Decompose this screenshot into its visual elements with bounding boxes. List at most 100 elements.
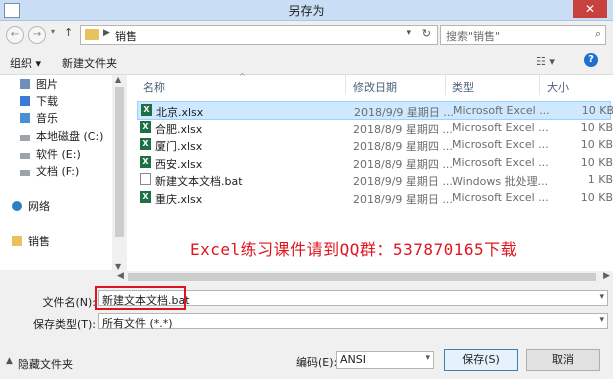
cancel-button[interactable]: 取消 [526, 349, 600, 371]
sidebar-item-label: 文档 (F:) [36, 165, 80, 178]
address-bar[interactable]: ▶ 销售 ▾ ↻ [80, 25, 438, 45]
file-type: Microsoft Excel ... [453, 104, 550, 117]
recent-dropdown-icon[interactable]: ▾ [51, 27, 55, 36]
filetype-select[interactable]: 所有文件 (*.*) ▾ [98, 313, 608, 330]
drive-icon [20, 153, 30, 159]
pictures-icon [20, 79, 30, 89]
excel-file-icon: X [140, 191, 151, 203]
chevron-down-icon[interactable]: ▾ [425, 353, 430, 363]
file-size: 10 KB [580, 138, 613, 152]
file-date: 2018/8/9 星期四 ... [353, 157, 453, 171]
scroll-right-icon[interactable]: ▶ [603, 271, 610, 281]
table-row[interactable]: X 厦门.xlsx 2018/8/9 星期四 ... Microsoft Excel … [137, 136, 613, 154]
file-type: Microsoft Excel ... [452, 191, 549, 204]
sidebar-item-downloads[interactable]: 下载 [20, 94, 58, 110]
column-header-name[interactable]: 名称 [143, 79, 165, 95]
column-header-size[interactable]: 大小 [547, 79, 569, 95]
address-row: ← → ▾ ↑ ▶ 销售 ▾ ↻ 搜索"销售" ⌕ [0, 21, 613, 49]
file-date: 2018/8/9 星期四 ... [353, 140, 453, 154]
scroll-thumb[interactable] [128, 273, 596, 281]
search-icon[interactable]: ⌕ [595, 27, 601, 41]
sidebar-item-drive-e[interactable]: 软件 (E:) [20, 147, 81, 163]
sidebar-item-music[interactable]: 音乐 [20, 111, 58, 127]
collapse-icon[interactable]: ▲ [6, 356, 13, 366]
sidebar-item-label: 网络 [28, 200, 50, 213]
breadcrumb-separator-icon: ▶ [103, 28, 110, 38]
file-name: 新建文本文档.bat [155, 175, 243, 189]
sidebar-item-label: 本地磁盘 (C:) [36, 130, 104, 143]
table-row[interactable]: X 合肥.xlsx 2018/8/9 星期四 ... Microsoft Excel … [137, 119, 613, 136]
sidebar-item-pictures[interactable]: 图片 [20, 77, 58, 93]
up-icon[interactable]: ↑ [64, 26, 73, 39]
table-row[interactable]: X 北京.xlsx 2018/9/9 星期日 ... Microsoft Excel … [137, 101, 613, 120]
search-placeholder: 搜索"销售" [446, 30, 501, 43]
encoding-select[interactable]: ANSI ▾ [336, 351, 434, 369]
file-date: 2018/9/9 星期日 ... [353, 175, 453, 189]
sidebar-item-network[interactable]: 网络 [12, 199, 50, 215]
column-divider[interactable] [539, 75, 540, 95]
file-name: 北京.xlsx [156, 106, 204, 119]
filename-label: 文件名(N): [42, 296, 96, 309]
file-name: 厦门.xlsx [155, 140, 203, 154]
file-size: 10 KB [581, 104, 613, 117]
sidebar-item-label: 音乐 [36, 112, 58, 125]
downloads-icon [20, 96, 30, 106]
dialog-footer: ▲ 隐藏文件夹 编码(E): ANSI ▾ 保存(S) 取消 [0, 343, 613, 379]
encoding-value: ANSI [340, 353, 366, 366]
chevron-down-icon[interactable]: ▾ [599, 315, 604, 325]
file-date: 2018/8/9 星期四 ... [353, 122, 453, 136]
help-icon[interactable]: ? [584, 53, 598, 67]
title-bar: 另存为 ✕ [0, 0, 613, 21]
highlight-box [95, 286, 186, 310]
breadcrumb[interactable]: 销售 [115, 28, 137, 44]
scroll-up-icon[interactable]: ▲ [115, 75, 121, 84]
batch-file-icon [140, 173, 151, 186]
navigation-pane: 图片 下载 音乐 本地磁盘 (C:) 软件 (E:) 文档 (F:) 网络 销售 [0, 75, 112, 270]
file-type: Microsoft Excel ... [452, 155, 549, 169]
scroll-left-icon[interactable]: ◀ [117, 271, 124, 281]
scroll-thumb[interactable] [115, 87, 124, 237]
folder-icon [85, 29, 99, 40]
file-size: 10 KB [580, 120, 613, 134]
back-icon[interactable]: ← [6, 26, 24, 44]
search-input[interactable]: 搜索"销售" ⌕ [440, 25, 606, 45]
close-button[interactable]: ✕ [573, 0, 607, 18]
sidebar-item-sales[interactable]: 销售 [12, 234, 50, 250]
chevron-down-icon[interactable]: ▾ [599, 292, 604, 302]
column-header-date[interactable]: 修改日期 [353, 79, 397, 95]
file-size: 10 KB [580, 155, 613, 169]
organize-button[interactable]: 组织 ▾ [10, 55, 41, 71]
table-row[interactable]: X 重庆.xlsx 2018/9/9 星期日 ... Microsoft Excel … [137, 189, 613, 206]
network-icon [12, 201, 22, 211]
sidebar-item-label: 软件 (E:) [36, 148, 81, 161]
table-row[interactable]: 新建文本文档.bat 2018/9/9 星期日 ... Windows 批处理...… [137, 171, 613, 189]
table-row[interactable]: X 西安.xlsx 2018/8/9 星期四 ... Microsoft Excel … [137, 154, 613, 171]
view-options-icon[interactable]: ☷ ▾ [536, 55, 555, 68]
excel-file-icon: X [140, 155, 151, 168]
file-size: 10 KB [580, 191, 613, 204]
column-header-type[interactable]: 类型 [452, 79, 474, 95]
save-button[interactable]: 保存(S) [444, 349, 518, 371]
new-folder-button[interactable]: 新建文件夹 [62, 55, 117, 71]
column-divider[interactable] [345, 75, 346, 95]
excel-file-icon: X [140, 120, 151, 133]
overlay-banner-text: Excel练习课件请到QQ群：537870165下载 [190, 240, 518, 259]
sort-indicator-icon: ^ [239, 72, 246, 81]
file-type: Windows 批处理... [452, 175, 549, 189]
forward-icon[interactable]: → [28, 26, 46, 44]
file-name: 重庆.xlsx [155, 193, 203, 206]
hide-folders-toggle[interactable]: 隐藏文件夹 [18, 356, 73, 372]
chevron-down-icon[interactable]: ▾ [406, 28, 411, 38]
vertical-scrollbar[interactable]: ▲ ▼ [113, 75, 126, 271]
scroll-down-icon[interactable]: ▼ [115, 262, 121, 271]
file-type: Microsoft Excel ... [452, 138, 549, 152]
filetype-label: 保存类型(T): [32, 318, 96, 331]
encoding-label: 编码(E): [296, 356, 338, 369]
sidebar-item-label: 下载 [36, 95, 58, 108]
refresh-icon[interactable]: ↻ [422, 27, 431, 40]
horizontal-scrollbar[interactable]: ◀ ▶ [114, 271, 613, 283]
filetype-value: 所有文件 (*.*) [102, 317, 173, 330]
column-divider[interactable] [445, 75, 446, 95]
sidebar-item-drive-c[interactable]: 本地磁盘 (C:) [20, 129, 103, 145]
sidebar-item-drive-f[interactable]: 文档 (F:) [20, 164, 79, 180]
